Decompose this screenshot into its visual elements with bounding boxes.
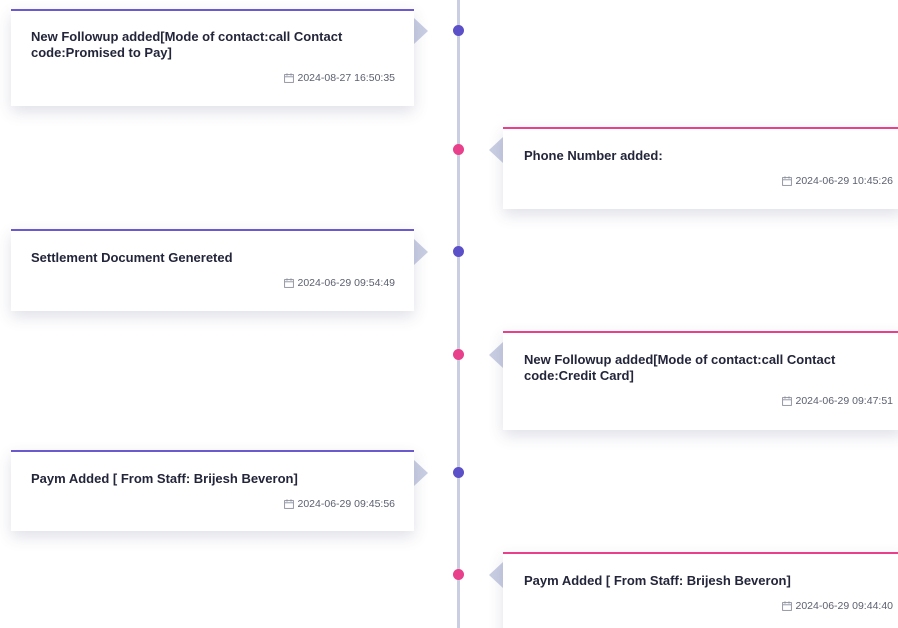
entry-timestamp: 2024-06-29 09:47:51: [781, 395, 894, 407]
entry-title: Phone Number added:: [524, 148, 663, 163]
entry-date: 2024-08-27 16:50:35: [297, 72, 396, 84]
calendar-icon: [283, 499, 294, 509]
entry-timestamp: 2024-08-27 16:50:35: [283, 72, 396, 84]
entry-title: Settlement Document Genereted: [31, 250, 233, 265]
timeline-dot: [453, 246, 464, 257]
entry-date: 2024-06-29 09:44:40: [795, 600, 894, 612]
timeline-pointer: [489, 137, 503, 163]
timeline-dot: [453, 569, 464, 580]
timeline-dot: [453, 467, 464, 478]
entry-date: 2024-06-29 09:54:49: [297, 277, 396, 289]
timeline-pointer: [414, 460, 428, 486]
timeline-pointer: [414, 239, 428, 265]
timeline-entry-card[interactable]: New Followup added[Mode of contact:call …: [11, 9, 414, 106]
timeline-pointer: [489, 562, 503, 588]
timeline-pointer: [489, 342, 503, 368]
calendar-icon: [283, 73, 294, 83]
calendar-icon: [781, 176, 792, 186]
entry-date: 2024-06-29 09:45:56: [297, 498, 396, 510]
entry-date: 2024-06-29 09:47:51: [795, 395, 894, 407]
timeline-dot: [453, 144, 464, 155]
entry-title: New Followup added[Mode of contact:call …: [31, 29, 343, 60]
timeline-dot: [453, 349, 464, 360]
entry-date: 2024-06-29 10:45:26: [795, 175, 894, 187]
timeline-entry-card[interactable]: Settlement Document Genereted 2024-06-29…: [11, 229, 414, 311]
timeline-entry-card[interactable]: Phone Number added: 2024-06-29 10:45:26: [503, 127, 898, 209]
entry-title: New Followup added[Mode of contact:call …: [524, 352, 836, 383]
entry-timestamp: 2024-06-29 09:54:49: [283, 277, 396, 289]
timeline-dot: [453, 25, 464, 36]
activity-timeline: New Followup added[Mode of contact:call …: [0, 0, 898, 628]
calendar-icon: [781, 601, 792, 611]
calendar-icon: [781, 396, 792, 406]
entry-timestamp: 2024-06-29 09:44:40: [781, 600, 894, 612]
entry-title: Paym Added [ From Staff: Brijesh Beveron…: [31, 471, 298, 486]
entry-timestamp: 2024-06-29 10:45:26: [781, 175, 894, 187]
entry-timestamp: 2024-06-29 09:45:56: [283, 498, 396, 510]
timeline-entry-card[interactable]: New Followup added[Mode of contact:call …: [503, 331, 898, 430]
timeline-entry-card[interactable]: Paym Added [ From Staff: Brijesh Beveron…: [503, 552, 898, 628]
entry-title: Paym Added [ From Staff: Brijesh Beveron…: [524, 573, 791, 588]
timeline-axis: [457, 0, 460, 628]
timeline-entry-card[interactable]: Paym Added [ From Staff: Brijesh Beveron…: [11, 450, 414, 531]
timeline-pointer: [414, 18, 428, 44]
calendar-icon: [283, 278, 294, 288]
